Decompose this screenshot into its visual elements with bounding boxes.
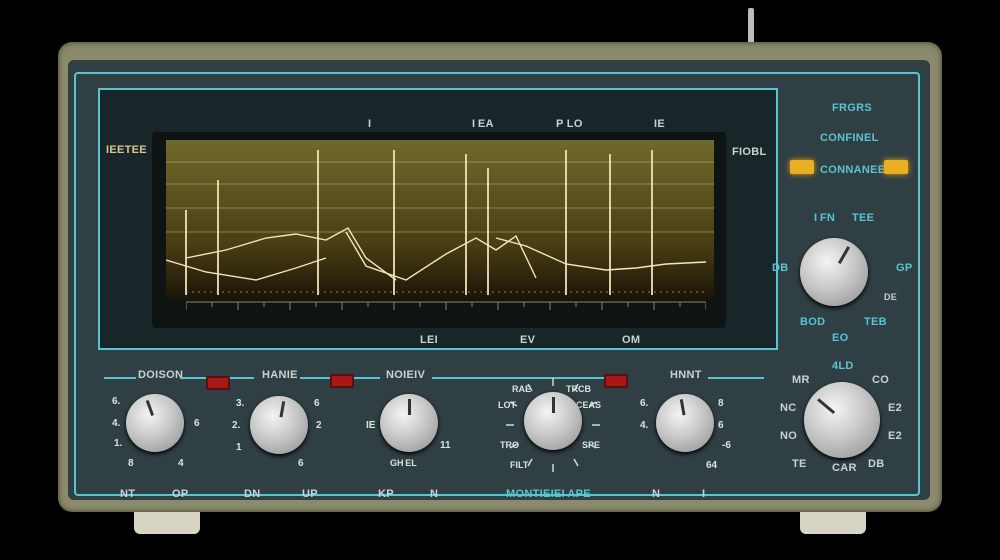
bottom-knob-5[interactable] <box>656 394 714 452</box>
red-indicator-light <box>206 376 230 390</box>
oscilloscope-display <box>166 140 714 300</box>
knob-label: BOD <box>800 316 826 328</box>
knob-label: CO <box>872 374 890 386</box>
dial-tick-label: 64 <box>706 460 718 471</box>
knob-label: E2 <box>888 430 903 442</box>
dial-tick-label: GH EL <box>390 458 417 468</box>
screen-top-label: P LO <box>556 118 583 130</box>
footer-label: N <box>430 488 439 500</box>
section-header: DOISON <box>138 369 184 381</box>
knob-label: DE <box>884 292 898 302</box>
footer-label: N <box>652 488 661 500</box>
dial-tick-label: 2. <box>232 420 241 431</box>
dial-tick-label: 6 <box>314 398 320 409</box>
knob-label: TE <box>792 458 807 470</box>
dial-tick-label: 4 <box>178 458 184 469</box>
bottom-knob-3[interactable] <box>380 394 438 452</box>
red-indicator-light <box>330 374 354 388</box>
right-lower-knob[interactable] <box>804 382 880 458</box>
dial-tick-label: 1 <box>236 442 242 453</box>
knob-label: DB <box>772 262 789 274</box>
section-header: HANIE <box>262 369 298 381</box>
knob-label: TEB <box>864 316 887 328</box>
knob-label: GP <box>896 262 913 274</box>
dial-tick-label: 6 <box>194 418 200 429</box>
section-divider <box>708 377 764 379</box>
footer-label: NT <box>120 488 136 500</box>
knob-label: DB <box>868 458 885 470</box>
screen-right-label: FIOBL <box>732 146 767 158</box>
right-panel-label: CONNANEE <box>820 164 886 176</box>
footer-label: KP <box>378 488 394 500</box>
knob-label: MR <box>792 374 810 386</box>
amber-indicator-light <box>884 160 908 174</box>
screen-scale-ticks <box>186 302 706 310</box>
section-divider <box>104 377 136 379</box>
screen-top-label: I EA <box>472 118 494 130</box>
dial-tick-label: 8 <box>718 398 724 409</box>
right-upper-knob[interactable] <box>800 238 868 306</box>
dial-tick-label: 6 <box>718 420 724 431</box>
dial-tick-label: 1. <box>114 438 123 449</box>
screen-top-label: I <box>368 118 372 130</box>
dial-tick-label: 6. <box>640 398 649 409</box>
screen-bottom-label: OM <box>622 334 641 346</box>
section-header: NOIEIV <box>386 369 426 381</box>
knob-label: I FN <box>814 212 836 224</box>
knob-label: 4LD <box>832 360 854 372</box>
amber-indicator-light <box>790 160 814 174</box>
knob-label: E2 <box>888 402 903 414</box>
device-foot <box>800 512 866 534</box>
knob-label: EO <box>832 332 849 344</box>
dial-tick-label: 8 <box>128 458 134 469</box>
right-panel-label: CONFINEL <box>820 132 879 144</box>
screen-left-label: IEETEE <box>106 144 147 156</box>
footer-label: UP <box>302 488 318 500</box>
dial-tick-label: 6 <box>298 458 304 469</box>
dial-tick-label: 11 <box>440 440 451 451</box>
dial-tick-label: 2 <box>316 420 322 431</box>
bottom-knob-1[interactable] <box>126 394 184 452</box>
center-footer-label: MONTIEIEI APE <box>506 488 591 500</box>
screen-bottom-label: LEI <box>420 334 439 346</box>
dial-tick-label: 4. <box>640 420 649 431</box>
right-panel-label: FRGRS <box>832 102 872 114</box>
knob-label: TEE <box>852 212 875 224</box>
knob-label: CAR <box>832 462 857 474</box>
antenna <box>748 8 754 44</box>
knob-label: NC <box>780 402 797 414</box>
footer-label: DN <box>244 488 261 500</box>
bottom-knob-2[interactable] <box>250 396 308 454</box>
footer-label: OP <box>172 488 189 500</box>
section-header: HNNT <box>670 369 702 381</box>
knob-label: NO <box>780 430 798 442</box>
screen-top-label: IE <box>654 118 665 130</box>
footer-label: I <box>702 488 706 500</box>
dial-tick-label: 3. <box>236 398 245 409</box>
screen-bottom-label: EV <box>520 334 536 346</box>
bottom-knob-4[interactable] <box>524 392 582 450</box>
dial-tick-label: 6. <box>112 396 121 407</box>
dial-tick-label: 4. <box>112 418 121 429</box>
screen-scale <box>186 301 706 310</box>
screen-background <box>166 140 714 300</box>
device-foot <box>134 512 200 534</box>
dial-tick-label: -6 <box>722 440 731 451</box>
dial-tick-label: IE <box>366 420 376 431</box>
